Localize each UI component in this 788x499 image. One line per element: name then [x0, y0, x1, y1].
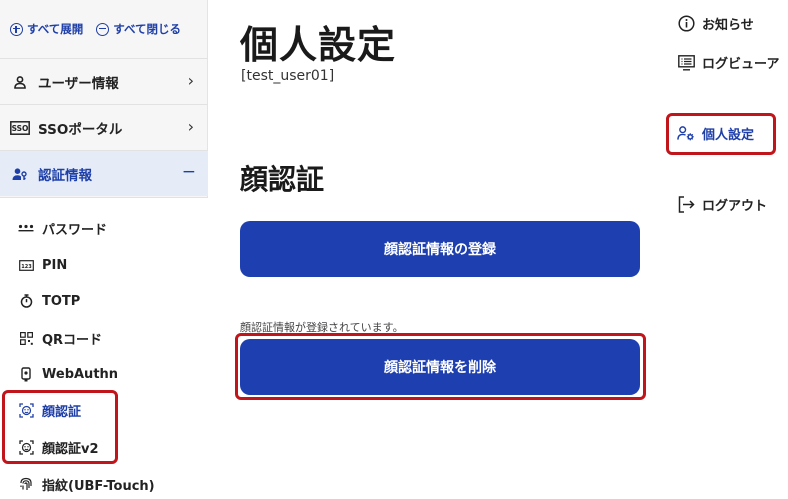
- personal-settings-link[interactable]: 個人設定: [677, 124, 754, 143]
- section-title: 顔認証: [240, 163, 325, 196]
- face-icon: [18, 402, 34, 418]
- logout-link[interactable]: ログアウト: [677, 195, 767, 214]
- sidebar-item-label: ユーザー情報: [38, 75, 119, 92]
- expand-all-label: すべて展開: [27, 22, 84, 36]
- minus-circle-icon: [96, 22, 110, 36]
- submenu-item-label: WebAuthn: [42, 366, 119, 382]
- stopwatch-icon: [18, 294, 34, 308]
- status-message: 顔認証情報が登録されています。: [240, 321, 404, 334]
- submenu-item-label: QRコード: [42, 332, 103, 348]
- qr-code-icon: [18, 331, 34, 345]
- delete-face-button[interactable]: 顔認証情報を削除: [240, 339, 640, 395]
- sidebar: すべて展開 すべて閉じる ユーザー情報 › SSO SSOポータル › 認証情報…: [0, 0, 208, 499]
- sidebar-item-auth-info[interactable]: 認証情報 −: [0, 150, 208, 196]
- submenu-item-face-auth[interactable]: 顔認証: [18, 397, 81, 423]
- register-face-button[interactable]: 顔認証情報の登録: [240, 221, 640, 277]
- submenu-item-fingerprint[interactable]: 指紋(UBF-Touch): [18, 471, 155, 497]
- submenu-item-label: 指紋(UBF-Touch): [42, 478, 155, 494]
- sidebar-item-label: 認証情報: [38, 167, 92, 184]
- submenu-item-password[interactable]: パスワード: [18, 215, 107, 241]
- sidebar-item-label: SSOポータル: [38, 121, 123, 138]
- expand-collapse-row: すべて展開 すべて閉じる: [10, 19, 201, 39]
- svg-text:SSO: SSO: [12, 124, 29, 133]
- password-dots-icon: [18, 224, 34, 232]
- submenu-item-pin[interactable]: 123 PIN: [18, 252, 67, 278]
- page-title: 個人設定: [240, 23, 397, 67]
- sidebar-item-user-info[interactable]: ユーザー情報 ›: [0, 58, 208, 104]
- collapse-minus-icon: −: [181, 162, 196, 182]
- log-viewer-link[interactable]: ログビューア: [677, 53, 779, 72]
- notifications-label: お知らせ: [702, 18, 754, 33]
- info-icon: [677, 15, 695, 32]
- log-viewer-label: ログビューア: [702, 57, 780, 72]
- collapse-all-label: すべて閉じる: [113, 22, 181, 36]
- submenu-item-qr-code[interactable]: QRコード: [18, 325, 102, 351]
- notifications-link[interactable]: お知らせ: [677, 14, 754, 33]
- submenu-item-face-auth-v2[interactable]: 顔認証v2: [18, 434, 99, 460]
- logout-icon: [677, 196, 695, 213]
- user-id-label: [test_user01]: [241, 68, 335, 84]
- sidebar-item-sso-portal[interactable]: SSO SSOポータル ›: [0, 104, 208, 150]
- personal-settings-label: 個人設定: [702, 128, 755, 143]
- user-icon: [10, 75, 30, 89]
- submenu-item-label: 顔認証: [42, 404, 82, 420]
- expand-all-button[interactable]: すべて展開: [10, 21, 83, 37]
- plus-circle-icon: [10, 22, 23, 36]
- log-viewer-icon: [677, 54, 695, 71]
- logout-label: ログアウト: [702, 199, 768, 214]
- collapse-all-button[interactable]: すべて閉じる: [96, 21, 181, 37]
- submenu-item-label: 顔認証v2: [42, 441, 99, 457]
- chevron-right-icon: ›: [187, 117, 194, 136]
- user-gear-icon: [677, 125, 695, 142]
- submenu-item-totp[interactable]: TOTP: [18, 288, 80, 314]
- security-key-icon: [18, 366, 34, 382]
- auth-submenu: パスワード 123 PIN TOTP QRコード WebAuthn 顔認証 顔認…: [0, 197, 208, 499]
- face-icon: [18, 439, 34, 455]
- submenu-item-label: PIN: [42, 257, 68, 273]
- chevron-right-icon: ›: [187, 71, 194, 90]
- submenu-item-label: TOTP: [42, 293, 81, 309]
- pin-icon: 123: [18, 259, 34, 271]
- user-key-icon: [10, 167, 30, 181]
- submenu-item-label: パスワード: [42, 222, 108, 238]
- sso-icon: SSO: [10, 120, 30, 135]
- submenu-item-webauthn[interactable]: WebAuthn: [18, 361, 118, 387]
- fingerprint-icon: [18, 477, 34, 492]
- svg-text:123: 123: [21, 263, 32, 269]
